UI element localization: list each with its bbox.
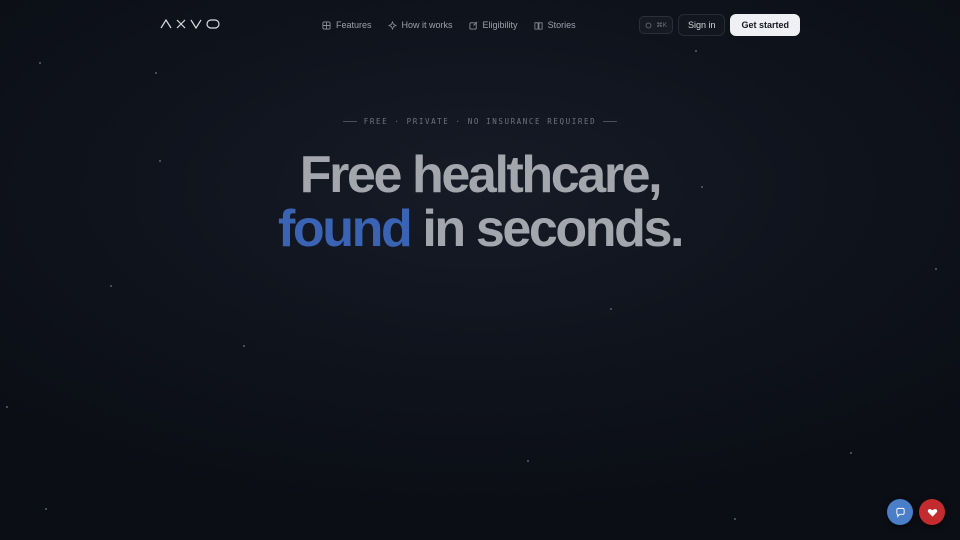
sign-in-button[interactable]: Sign in	[677, 14, 726, 36]
hero-heading-rest: in seconds.	[410, 200, 684, 258]
edit-icon	[468, 21, 477, 30]
nav-link-how-it-works[interactable]: How it works	[387, 20, 453, 30]
hero-heading-accent: found	[277, 200, 413, 258]
book-icon	[534, 21, 543, 30]
search-icon	[645, 22, 652, 28]
favorite-button[interactable]	[919, 499, 945, 525]
nav-link-label: Features	[336, 20, 372, 30]
nav-link-label: Stories	[547, 20, 576, 30]
axvo-logo[interactable]	[160, 19, 220, 29]
search-shortcut-button[interactable]: ⌘K	[639, 16, 673, 34]
grid-icon	[322, 20, 331, 30]
hero-tagline: FREE · PRIVATE · NO INSURANCE REQUIRED	[0, 117, 960, 126]
shortcut-label: ⌘K	[656, 22, 667, 29]
starfield	[0, 0, 960, 540]
divider	[603, 121, 618, 122]
sparkle-icon	[387, 20, 397, 30]
nav-link-stories[interactable]: Stories	[534, 20, 576, 30]
nav-links: Features How it works Eligibility Storie…	[322, 14, 576, 36]
top-navigation: Features How it works Eligibility Storie…	[0, 14, 960, 36]
hero-heading-line-1: Free healthcare,	[299, 146, 663, 204]
tagline-text: FREE · PRIVATE · NO INSURANCE REQUIRED	[363, 117, 597, 126]
hero-heading-line-2: found in seconds.	[0, 203, 960, 255]
nav-link-features[interactable]: Features	[322, 20, 372, 30]
nav-actions: ⌘K Sign in Get started	[639, 14, 800, 36]
nav-link-eligibility[interactable]: Eligibility	[468, 20, 518, 30]
divider	[342, 121, 357, 122]
heart-icon	[927, 508, 937, 517]
get-started-button[interactable]: Get started	[730, 14, 800, 36]
chat-bubble-icon	[895, 507, 905, 518]
nav-link-label: How it works	[401, 20, 453, 30]
assistant-button[interactable]	[887, 499, 913, 525]
nav-link-label: Eligibility	[482, 20, 518, 30]
